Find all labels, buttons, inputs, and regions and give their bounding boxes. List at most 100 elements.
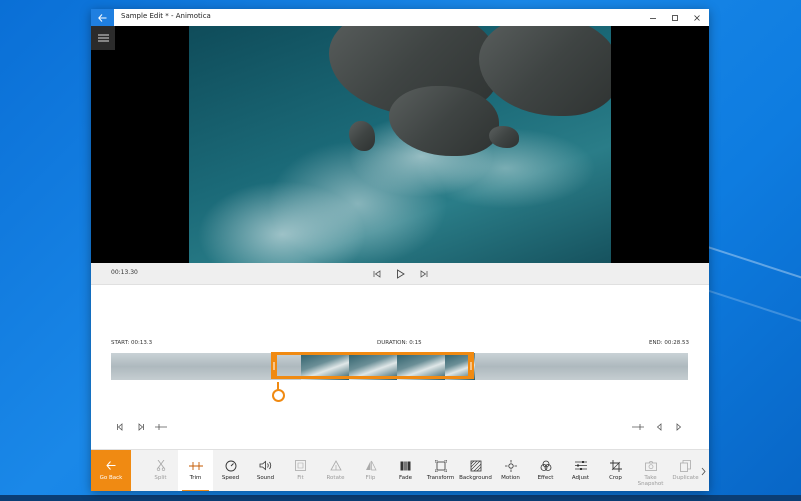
next-frame-button[interactable]: [417, 267, 431, 281]
rotate-icon: [329, 460, 342, 471]
flip-icon: [365, 460, 377, 471]
tool-trim[interactable]: Trim: [178, 450, 213, 491]
tool-label: Adjust: [571, 475, 590, 481]
filmstrip-thumb: [475, 353, 524, 380]
tool-label: Motion: [501, 475, 520, 481]
grip-icon: [273, 361, 275, 370]
menu-button[interactable]: [91, 26, 115, 50]
chevron-right-icon: [701, 467, 706, 475]
crop-icon: [609, 459, 622, 472]
video-frame: [189, 26, 611, 263]
skip-forward-icon: [420, 270, 428, 278]
filmstrip-thumb: [571, 353, 620, 380]
minimize-icon: [650, 17, 656, 19]
tool-motion[interactable]: Motion: [493, 450, 528, 491]
rock-shape: [489, 126, 519, 148]
tool-fade[interactable]: Fade: [388, 450, 423, 491]
trim-end-handle[interactable]: [468, 355, 474, 376]
adjust-icon: [574, 461, 587, 470]
set-end-button[interactable]: [630, 419, 646, 435]
edit-toolbar: Go Back Split Trim Speed Sound Fit Rotat…: [91, 449, 709, 491]
window-title: Sample Edit * - Animotica: [121, 12, 211, 20]
filmstrip-thumb: [523, 353, 572, 380]
camera-icon: [644, 460, 657, 471]
tool-fit[interactable]: Fit: [283, 450, 318, 491]
go-back-label: Go Back: [99, 475, 123, 481]
minimize-button[interactable]: [642, 9, 664, 26]
app-window: Sample Edit * - Animotica 00:13.30 START…: [91, 9, 709, 491]
grip-icon: [470, 361, 472, 370]
tool-label: Crop: [609, 475, 622, 481]
filmstrip-thumb: [111, 353, 160, 380]
tool-label: Rotate: [326, 475, 345, 481]
back-arrow-icon: [106, 461, 116, 470]
taskbar: [0, 495, 801, 501]
maximize-button[interactable]: [664, 9, 686, 26]
tool-label: Speed: [221, 475, 240, 481]
maximize-icon: [672, 14, 678, 21]
title-bar: Sample Edit * - Animotica: [91, 9, 709, 26]
tool-label: Background: [459, 475, 492, 481]
playhead-handle[interactable]: [272, 389, 285, 402]
tool-crop[interactable]: Crop: [598, 450, 633, 491]
fade-icon: [400, 461, 411, 470]
step-forward-icon: [676, 423, 682, 431]
motion-icon: [504, 459, 517, 472]
back-button[interactable]: [91, 9, 114, 26]
tool-label: Flip: [365, 475, 376, 481]
tool-split[interactable]: Split: [143, 450, 178, 491]
tool-speed[interactable]: Speed: [213, 450, 248, 491]
filmstrip-thumb: [159, 353, 208, 380]
play-button[interactable]: [393, 267, 407, 281]
trim-end-label: END: 00:28.53: [648, 340, 689, 346]
trim-selection[interactable]: [271, 352, 474, 379]
scissors-icon: [156, 460, 165, 471]
filmstrip-thumb: [207, 353, 256, 380]
tool-background[interactable]: Background: [458, 450, 493, 491]
trim-start-handle[interactable]: [271, 355, 277, 376]
playback-bar: 00:13.30: [91, 263, 709, 285]
step-forward-icon: [138, 423, 144, 431]
close-icon: [694, 14, 700, 21]
background-icon: [470, 460, 481, 471]
effect-icon: [540, 460, 551, 471]
toolbar-scroll-right[interactable]: [697, 450, 709, 491]
tool-label: Split: [154, 475, 167, 481]
step-back-icon: [656, 423, 662, 431]
tool-label: Sound: [256, 475, 275, 481]
tool-label: Transform: [426, 475, 455, 481]
step-back-button-right[interactable]: [651, 419, 667, 435]
transform-icon: [434, 459, 447, 472]
current-timecode: 00:13.30: [111, 269, 138, 276]
step-back-button[interactable]: [112, 419, 128, 435]
set-start-button[interactable]: [153, 419, 169, 435]
fit-icon: [295, 460, 306, 471]
tool-label: Duplicate: [672, 475, 699, 481]
tool-flip[interactable]: Flip: [353, 450, 388, 491]
step-forward-button-right[interactable]: [671, 419, 687, 435]
tool-label: Fade: [399, 475, 412, 481]
tool-take-snapshot[interactable]: Take Snapshot: [633, 450, 668, 491]
tool-label: Fit: [297, 475, 304, 481]
tool-effect[interactable]: Effect: [528, 450, 563, 491]
tool-adjust[interactable]: Adjust: [563, 450, 598, 491]
previous-frame-button[interactable]: [370, 267, 384, 281]
close-button[interactable]: [686, 9, 708, 26]
set-marker-icon: [155, 424, 167, 430]
trim-icon: [188, 461, 203, 470]
filmstrip-thumb: [667, 353, 688, 380]
tool-transform[interactable]: Transform: [423, 450, 458, 491]
video-preview[interactable]: [91, 26, 709, 263]
rock-shape: [389, 86, 499, 156]
step-forward-button[interactable]: [133, 419, 149, 435]
trim-start-label: START: 00:13.3: [111, 340, 153, 346]
tool-label: Take Snapshot: [637, 475, 664, 487]
tool-label: Trim: [189, 475, 202, 481]
go-back-button[interactable]: Go Back: [91, 450, 131, 491]
play-icon: [396, 269, 405, 279]
trim-duration-label: DURATION: 0:15: [377, 340, 422, 346]
tool-rotate[interactable]: Rotate: [318, 450, 353, 491]
tool-sound[interactable]: Sound: [248, 450, 283, 491]
rock-shape: [479, 26, 611, 116]
set-marker-icon: [632, 424, 644, 430]
